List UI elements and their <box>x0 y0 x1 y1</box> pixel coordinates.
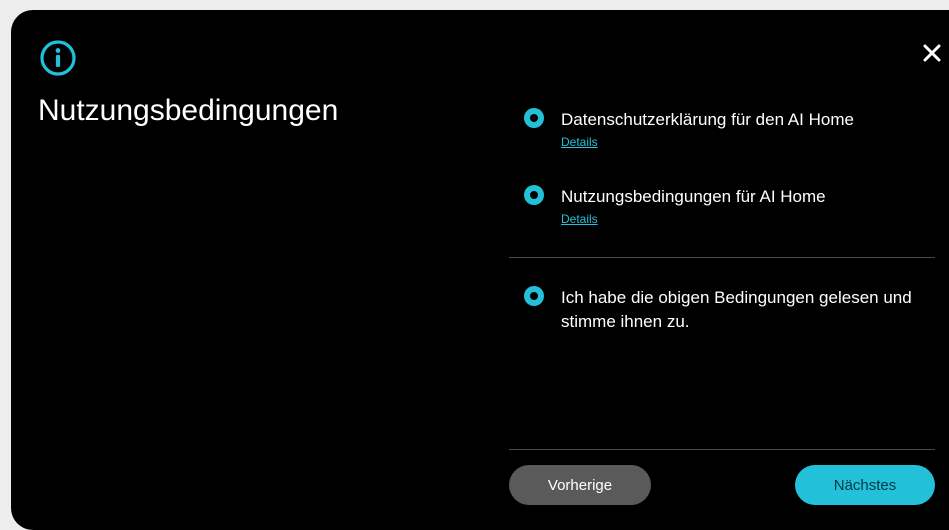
option-privacy-policy: Datenschutzerklärung für den AI Home Det… <box>524 108 944 152</box>
terms-of-use-details-link[interactable]: Details <box>561 212 598 226</box>
privacy-policy-label: Datenschutzerklärung für den AI Home <box>561 110 854 129</box>
info-icon <box>40 40 76 76</box>
close-icon[interactable] <box>921 42 943 64</box>
option-terms-of-use: Nutzungsbedingungen für AI Home Details <box>524 185 944 229</box>
accept-terms-label: Ich habe die obigen Bedingungen gelesen … <box>561 288 912 331</box>
terms-of-use-radio[interactable] <box>524 185 544 205</box>
terms-dialog: Nutzungsbedingungen Datenschutzerklärung… <box>11 10 949 530</box>
terms-of-use-label: Nutzungsbedingungen für AI Home <box>561 187 826 206</box>
options-divider <box>509 257 935 258</box>
next-button[interactable]: Nächstes <box>795 465 935 505</box>
previous-button[interactable]: Vorherige <box>509 465 651 505</box>
accept-terms-radio[interactable] <box>524 286 544 306</box>
privacy-policy-details-link[interactable]: Details <box>561 135 598 149</box>
dialog-title: Nutzungsbedingungen <box>38 94 339 127</box>
footer-divider <box>509 449 935 450</box>
option-accept-terms: Ich habe die obigen Bedingungen gelesen … <box>524 286 944 336</box>
privacy-policy-radio[interactable] <box>524 108 544 128</box>
